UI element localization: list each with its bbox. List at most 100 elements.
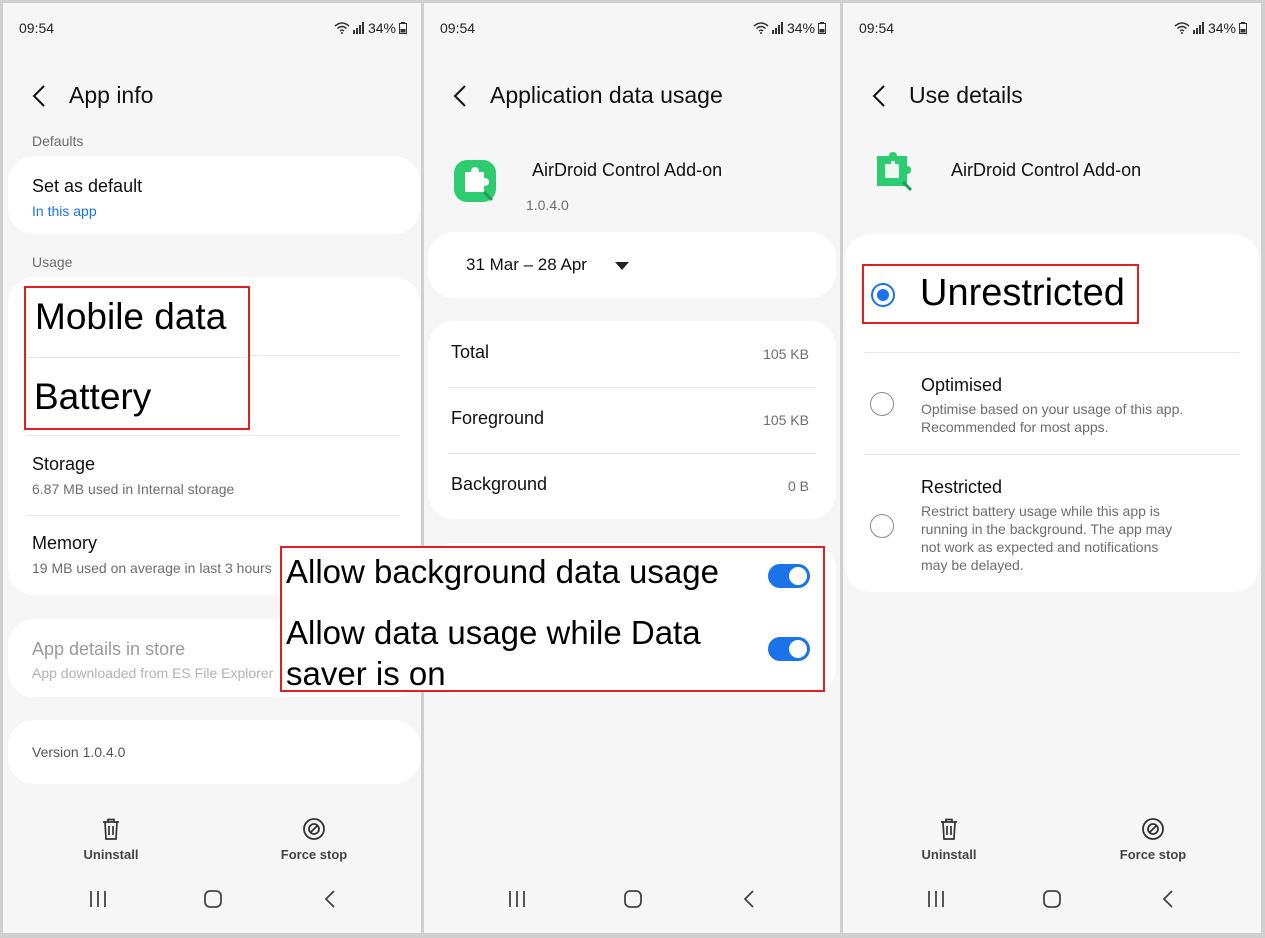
force-stop-label: Force stop (280, 847, 348, 862)
recents-icon[interactable] (926, 889, 946, 909)
app-name: AirDroid Control Add-on (951, 160, 1142, 180)
total-label: Total (451, 342, 490, 362)
battery-icon (1239, 22, 1247, 34)
home-icon[interactable] (203, 889, 223, 909)
use-details-screen: 09:54 34% Use details AirDroid Control A… (843, 3, 1261, 933)
unrestricted-radio[interactable] (871, 283, 895, 307)
trash-icon (941, 818, 957, 840)
app-puzzle-icon (877, 152, 913, 192)
status-time: 09:54 (19, 20, 55, 36)
uninstall-label: Uninstall (83, 847, 139, 862)
set-as-default-item[interactable]: Set as default In this app (8, 156, 420, 234)
restricted-radio[interactable] (870, 514, 894, 538)
app-info-screen: 09:54 34% App info Defaults Set as defau… (3, 3, 421, 933)
restricted-sub3: not work as expected and notifications (921, 539, 1159, 555)
restricted-sub2: running in the background. The app may (921, 521, 1173, 537)
nav-bar (424, 889, 840, 919)
optimised-sub2: Recommended for most apps. (921, 419, 1109, 435)
wifi-icon (753, 22, 769, 34)
highlight-unrestricted: Unrestricted (862, 264, 1139, 324)
force-stop-icon (1142, 818, 1164, 840)
force-stop-button[interactable]: Force stop (254, 817, 374, 862)
memory-title: Memory (32, 533, 98, 553)
data-usage-screen: 09:54 34% Application data usage AirDroi… (424, 3, 840, 933)
app-name: AirDroid Control Add-on (532, 160, 723, 180)
foreground-value: 105 KB (763, 412, 809, 428)
defaults-section-label: Defaults (32, 133, 84, 149)
battery-item[interactable]: Battery (34, 376, 151, 418)
restricted-title: Restricted (921, 477, 1003, 497)
unrestricted-label[interactable]: Unrestricted (920, 272, 1125, 315)
battery-percent: 34% (786, 20, 815, 36)
highlight-mobile-battery: Mobile data Battery (24, 286, 250, 430)
page-title: Use details (909, 82, 1023, 108)
total-value: 105 KB (763, 346, 809, 362)
allow-data-saver-label-line2: saver is on (286, 655, 446, 692)
nav-back-icon[interactable] (740, 889, 760, 909)
nav-bar (3, 889, 421, 919)
optimised-title: Optimised (921, 375, 1003, 395)
back-arrow-icon[interactable] (450, 83, 472, 109)
mobile-data-item[interactable]: Mobile data (35, 296, 226, 338)
background-label: Background (451, 474, 548, 494)
usage-section-label: Usage (32, 254, 73, 270)
background-value: 0 B (787, 478, 809, 494)
back-arrow-icon[interactable] (29, 83, 51, 109)
date-range-selector[interactable]: 31 Mar – 28 Apr (428, 232, 836, 298)
dropdown-triangle-icon (615, 262, 629, 270)
allow-data-saver-label-line1: Allow data usage while Data (286, 614, 701, 651)
signal-icon (1192, 22, 1204, 34)
optimised-radio[interactable] (870, 392, 894, 416)
store-title: App details in store (32, 639, 186, 659)
uninstall-button[interactable]: Uninstall (889, 817, 1009, 862)
allow-background-data-toggle[interactable] (768, 564, 810, 588)
version-text: Version 1.0.4.0 (32, 744, 126, 760)
recents-icon[interactable] (507, 889, 527, 909)
store-sub: App downloaded from ES File Explorer (32, 665, 274, 681)
version-card: Version 1.0.4.0 (8, 720, 420, 784)
trash-icon (103, 818, 119, 840)
recents-icon[interactable] (88, 889, 108, 909)
battery-icon (399, 22, 407, 34)
storage-title: Storage (32, 454, 96, 474)
nav-back-icon[interactable] (1159, 889, 1179, 909)
restricted-sub1: Restrict battery usage while this app is (921, 503, 1160, 519)
back-arrow-icon[interactable] (869, 83, 891, 109)
status-time: 09:54 (859, 20, 895, 36)
date-range-text: 31 Mar – 28 Apr (466, 255, 587, 274)
signal-icon (771, 22, 783, 34)
foreground-label: Foreground (451, 408, 545, 428)
signal-icon (352, 22, 364, 34)
uninstall-label: Uninstall (921, 847, 977, 862)
nav-back-icon[interactable] (321, 889, 341, 909)
set-as-default-sub: In this app (32, 203, 97, 219)
memory-sub: 19 MB used on average in last 3 hours (32, 560, 272, 576)
optimised-sub1: Optimise based on your usage of this app… (921, 401, 1184, 417)
page-title: Application data usage (490, 82, 723, 108)
force-stop-button[interactable]: Force stop (1093, 817, 1213, 862)
storage-sub: 6.87 MB used in Internal storage (32, 481, 235, 497)
battery-icon (818, 22, 826, 34)
force-stop-icon (303, 818, 325, 840)
set-as-default-title: Set as default (32, 176, 143, 196)
status-icons: 34% (334, 20, 407, 36)
uninstall-button[interactable]: Uninstall (51, 817, 171, 862)
status-icons: 34% (1174, 20, 1247, 36)
highlight-data-toggles: Allow background data usage Allow data u… (280, 546, 825, 692)
usage-stats-card: Total 105 KB Foreground 105 KB Backgroun… (428, 321, 836, 519)
battery-percent: 34% (367, 20, 396, 36)
status-time: 09:54 (440, 20, 476, 36)
allow-data-saver-toggle[interactable] (768, 637, 810, 661)
allow-background-data-label: Allow background data usage (286, 553, 719, 590)
status-icons: 34% (753, 20, 826, 36)
force-stop-label: Force stop (1119, 847, 1187, 862)
page-title: App info (69, 82, 154, 108)
app-puzzle-icon (454, 160, 496, 202)
wifi-icon (1174, 22, 1190, 34)
wifi-icon (334, 22, 350, 34)
app-version: 1.0.4.0 (526, 197, 569, 213)
restricted-sub4: may be delayed. (921, 557, 1024, 573)
home-icon[interactable] (623, 889, 643, 909)
nav-bar (843, 889, 1261, 919)
home-icon[interactable] (1042, 889, 1062, 909)
